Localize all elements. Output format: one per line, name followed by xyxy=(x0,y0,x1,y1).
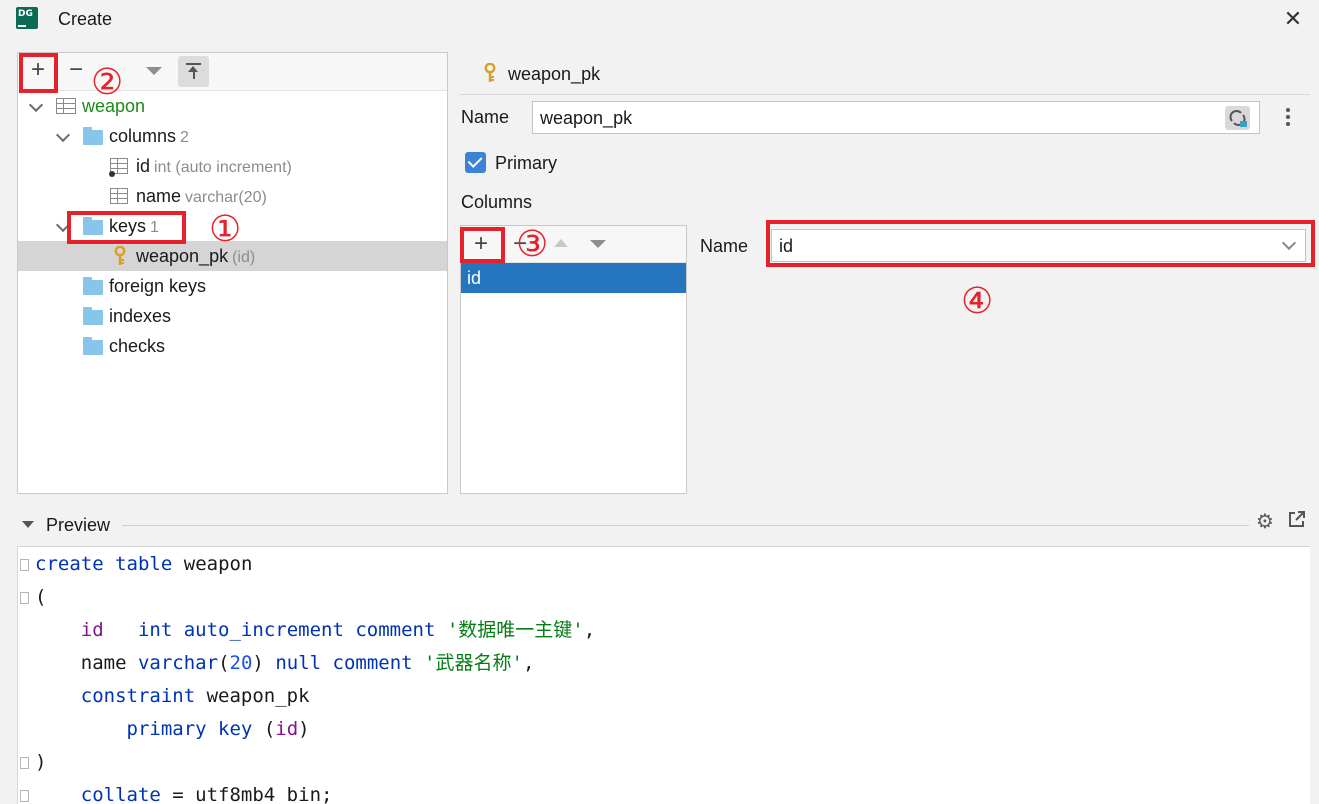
code-line: ( xyxy=(35,586,47,608)
annotation-number-2: ② xyxy=(91,62,124,103)
code-line: primary key (id) xyxy=(126,718,310,740)
chevron-down-icon xyxy=(28,97,44,113)
tree-node-indexes[interactable]: indexes xyxy=(18,301,447,331)
tree-node-columns[interactable]: columns 2 xyxy=(18,121,447,151)
code-line: ) xyxy=(35,751,47,773)
code-line: id int auto_increment comment '数据唯一主键', xyxy=(80,619,596,641)
fold-marker-icon[interactable] xyxy=(20,559,29,571)
checks-label: checks xyxy=(109,336,166,356)
column-icon xyxy=(110,188,128,204)
table-icon xyxy=(56,98,76,114)
name-value: weapon_pk xyxy=(540,108,633,128)
chevron-down-icon xyxy=(55,127,71,143)
remove-button[interactable]: − xyxy=(64,53,88,87)
folder-icon xyxy=(83,277,103,295)
name-field[interactable]: weapon_pk xyxy=(532,101,1260,134)
name-label: Name xyxy=(461,107,510,127)
key-columns-panel: + − id xyxy=(460,225,687,494)
code-line: constraint weapon_pk xyxy=(80,685,310,707)
folder-icon xyxy=(83,127,103,145)
annotation-box-keys xyxy=(67,211,186,244)
primary-checkbox[interactable] xyxy=(465,152,486,173)
folder-icon xyxy=(83,307,103,325)
column-name: name xyxy=(136,186,182,206)
close-icon[interactable]: ✕ xyxy=(1281,6,1305,32)
columns-label: columns 2 xyxy=(109,126,189,146)
sql-preview-editor[interactable]: create table weapon ( id int auto_increm… xyxy=(17,546,1310,804)
key-icon xyxy=(114,246,126,265)
column-name-label: Name xyxy=(700,236,749,256)
window-title: Create xyxy=(58,9,113,29)
primary-label: Primary xyxy=(495,153,557,173)
move-down-icon[interactable] xyxy=(590,240,606,248)
annotation-box-add-column xyxy=(460,227,505,263)
object-header: weapon_pk xyxy=(460,58,1310,95)
divider xyxy=(122,525,1249,526)
code-line: create table weapon xyxy=(35,553,253,575)
move-down-icon[interactable] xyxy=(146,67,162,75)
fold-marker-icon[interactable] xyxy=(20,757,29,769)
tree-node-column-name[interactable]: name varchar(20) xyxy=(18,181,447,211)
indexes-label: indexes xyxy=(109,306,172,326)
key-icon xyxy=(484,63,496,82)
fold-marker-icon[interactable] xyxy=(20,592,29,604)
folder-icon xyxy=(83,337,103,355)
annotation-number-1: ① xyxy=(209,209,242,250)
annotation-number-4: ④ xyxy=(961,281,994,322)
key-dot-icon xyxy=(109,171,115,177)
tree-node-foreign-keys[interactable]: foreign keys xyxy=(18,271,447,301)
gear-icon[interactable]: ⚙ xyxy=(1256,509,1276,533)
title-bar: DG Create ✕ xyxy=(0,0,1319,40)
preview-header[interactable]: Preview ⚙ xyxy=(0,509,1319,540)
tree-node-column-id[interactable]: id int (auto increment) xyxy=(18,151,447,181)
annotation-box-column-name xyxy=(766,220,1315,267)
column-name: id xyxy=(136,156,151,176)
fold-marker-icon[interactable] xyxy=(20,790,29,802)
code-line: name varchar(20) null comment '武器名称', xyxy=(80,652,535,674)
move-up-icon[interactable] xyxy=(554,239,568,247)
datagrip-logo-icon: DG xyxy=(16,7,38,29)
tree-node-table[interactable]: weapon xyxy=(18,91,447,121)
tree-node-checks[interactable]: checks xyxy=(18,331,447,361)
foreign-keys-label: foreign keys xyxy=(109,276,207,296)
more-options-icon[interactable] xyxy=(1281,104,1295,130)
move-to-parent-button[interactable] xyxy=(178,56,209,87)
list-item[interactable]: id xyxy=(461,263,686,293)
open-external-icon[interactable] xyxy=(1287,509,1307,529)
schema-tree-panel: + − weapon columns 2 id int (auto incremen… xyxy=(17,52,448,494)
annotation-number-3: ③ xyxy=(516,224,549,265)
code-line: collate = utf8mb4_bin; xyxy=(80,784,333,804)
annotation-box-add xyxy=(19,53,58,93)
object-title: weapon_pk xyxy=(508,64,601,84)
tree-toolbar: + − xyxy=(18,53,447,91)
preview-label: Preview xyxy=(46,515,111,535)
regenerate-name-icon[interactable] xyxy=(1225,106,1250,130)
columns-section-label: Columns xyxy=(461,192,533,212)
collapse-icon[interactable] xyxy=(22,521,34,528)
